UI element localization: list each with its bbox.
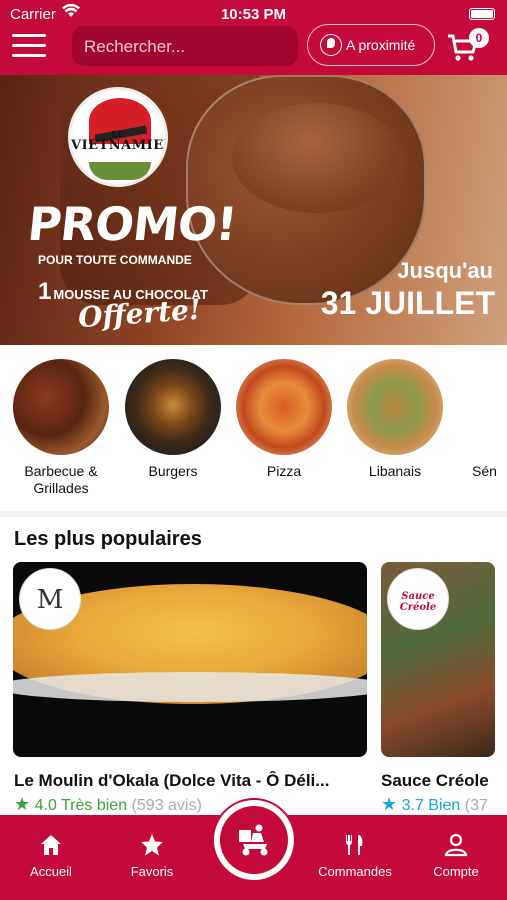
order-button-inner xyxy=(220,806,288,874)
nav-accueil[interactable]: Accueil xyxy=(1,815,101,900)
promo-title: PROMO! xyxy=(25,197,239,251)
promo-end-date: 31 JUILLET xyxy=(320,285,495,321)
category-barbecue[interactable]: Barbecue & Grillades xyxy=(6,359,116,497)
review-count: (593 avis) xyxy=(131,797,202,814)
category-label: Burgers xyxy=(148,463,198,479)
nav-label: Favoris xyxy=(130,864,174,879)
delivery-scooter-icon xyxy=(239,824,268,856)
category-label: Barbecue & Grillades xyxy=(24,463,98,496)
restaurant-rating: ★ 4.0 Très bien (593 avis) xyxy=(14,794,366,815)
promo-line-1: POUR TOUTE COMMANDE xyxy=(38,253,192,267)
nav-commandes[interactable]: Commandes xyxy=(305,815,405,900)
category-label: Sén xyxy=(472,463,497,479)
order-now-button[interactable] xyxy=(212,798,296,882)
category-image xyxy=(125,359,221,455)
nav-label: Accueil xyxy=(30,864,72,879)
status-time: 10:53 PM xyxy=(220,6,287,23)
logo-brand-text: LE VIETNAMIEN xyxy=(71,129,168,153)
chocolate-mousse-image xyxy=(232,103,402,213)
popular-section-title: Les plus populaires xyxy=(14,528,202,550)
category-image xyxy=(13,359,109,455)
nav-favoris[interactable]: Favoris xyxy=(102,815,202,900)
rating-value: 4.0 xyxy=(34,797,57,814)
restaurant-name[interactable]: Le Moulin d'Okala (Dolce Vita - Ô Déli..… xyxy=(14,771,366,791)
category-label: Libanais xyxy=(368,463,422,479)
category-burgers[interactable]: Burgers xyxy=(118,359,228,480)
star-icon xyxy=(141,834,163,856)
proximity-button[interactable]: A proximité xyxy=(307,24,435,66)
logo-bowl-shape xyxy=(89,162,151,180)
category-pizza[interactable]: Pizza xyxy=(229,359,339,480)
restaurant-name[interactable]: Sauce Créole xyxy=(381,771,507,791)
app-header: Carrier 10:53 PM Rechercher... A proximi… xyxy=(0,0,507,75)
promo-offer-text: Offerte! xyxy=(76,292,203,335)
restaurant-card-image[interactable]: Sauce Créole xyxy=(381,562,495,757)
promo-until-label: Jusqu'au xyxy=(397,258,493,283)
status-bar: Carrier 10:53 PM xyxy=(0,0,507,28)
user-icon xyxy=(444,833,468,857)
search-placeholder: Rechercher... xyxy=(84,37,186,56)
category-image xyxy=(236,359,332,455)
home-icon xyxy=(41,835,61,855)
plate-photo xyxy=(13,672,367,702)
nav-compte[interactable]: Compte xyxy=(406,815,506,900)
category-image xyxy=(347,359,443,455)
restaurant-logo: M xyxy=(19,568,81,630)
category-label: Pizza xyxy=(266,463,302,479)
cart-button[interactable]: 0 xyxy=(447,28,493,64)
restaurant-card-image[interactable]: M xyxy=(13,562,367,757)
rating-label: Très bien xyxy=(61,797,128,814)
review-count: (37 xyxy=(464,797,488,814)
promo-banner[interactable]: LE VIETNAMIEN PROMO! POUR TOUTE COMMANDE … xyxy=(0,75,507,345)
cart-count-badge: 0 xyxy=(469,28,489,48)
rating-star-icon: ★ xyxy=(381,794,398,814)
fork-knife-icon xyxy=(345,835,363,855)
nav-label: Compte xyxy=(433,864,479,879)
rating-label: Bien xyxy=(428,797,461,814)
search-input[interactable]: Rechercher... xyxy=(72,26,298,66)
nav-label: Commandes xyxy=(318,864,392,879)
category-libanais[interactable]: Libanais xyxy=(340,359,450,480)
section-divider xyxy=(0,511,507,517)
hamburger-menu-icon[interactable] xyxy=(12,34,46,60)
category-carousel[interactable]: Barbecue & Grillades Burgers Pizza Liban… xyxy=(0,345,507,511)
category-partial[interactable]: Sén xyxy=(452,359,502,480)
restaurant-rating: ★ 3.7 Bien (37 xyxy=(381,794,507,815)
rating-star-icon: ★ xyxy=(14,794,31,814)
rating-value: 3.7 xyxy=(401,797,424,814)
battery-icon xyxy=(469,8,495,20)
restaurant-logo: Sauce Créole xyxy=(387,568,449,630)
restaurant-logo: LE VIETNAMIEN xyxy=(68,87,168,187)
location-pin-icon xyxy=(320,34,342,56)
proximity-label: A proximité xyxy=(346,37,416,53)
